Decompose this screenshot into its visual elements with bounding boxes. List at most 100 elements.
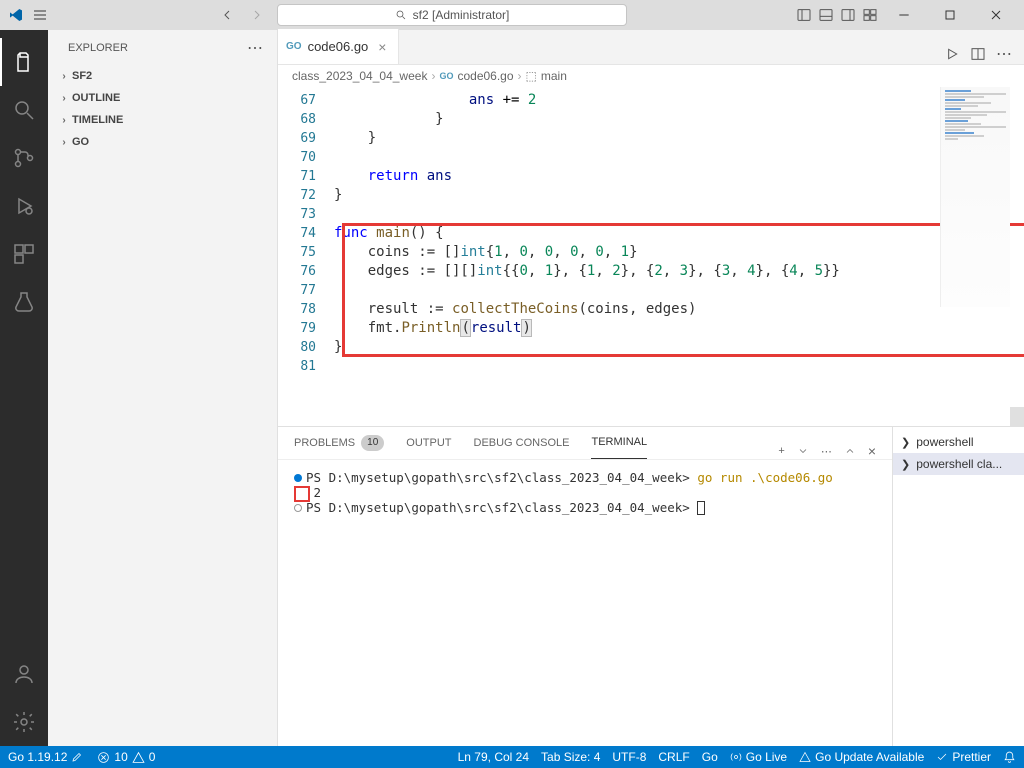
- line-number: 71: [278, 167, 334, 186]
- pencil-icon: [71, 751, 83, 763]
- activity-run-debug[interactable]: [0, 182, 48, 230]
- panel-tab-problems[interactable]: PROBLEMS 10: [294, 426, 384, 459]
- status-encoding[interactable]: UTF-8: [612, 750, 646, 764]
- panel-more-icon[interactable]: ⋯: [821, 445, 832, 458]
- go-file-icon: GO: [286, 41, 302, 52]
- layout-panel-right-icon[interactable]: [840, 7, 856, 23]
- command-center[interactable]: sf2 [Administrator]: [277, 4, 627, 26]
- new-terminal-icon[interactable]: +: [778, 445, 784, 457]
- status-go-live[interactable]: Go Live: [730, 750, 787, 764]
- code-line[interactable]: 70: [278, 148, 1024, 167]
- nav-back-icon[interactable]: [217, 5, 237, 25]
- panel-close-icon[interactable]: ×: [868, 443, 876, 459]
- title-bar: sf2 [Administrator]: [0, 0, 1024, 30]
- chevron-down-icon[interactable]: [797, 445, 809, 457]
- code-line[interactable]: 80}: [278, 338, 1024, 357]
- panel-tab-output[interactable]: OUTPUT: [406, 426, 451, 459]
- code-line[interactable]: 72}: [278, 186, 1024, 205]
- split-editor-icon[interactable]: [970, 46, 986, 62]
- vscode-logo-icon: [8, 7, 24, 23]
- line-number: 77: [278, 281, 334, 300]
- terminal-list: ❯powershell ❯powershell cla...: [892, 427, 1024, 746]
- minimap-slider[interactable]: [1010, 407, 1024, 426]
- line-number: 79: [278, 319, 334, 338]
- bell-icon: [1003, 751, 1016, 764]
- panel-tab-terminal[interactable]: TERMINAL: [591, 426, 647, 459]
- code-line[interactable]: 76 edges := [][]int{{0, 1}, {1, 2}, {2, …: [278, 262, 1024, 281]
- window-maximize[interactable]: [930, 3, 970, 27]
- search-icon: [395, 9, 407, 21]
- activity-accounts[interactable]: [0, 650, 48, 698]
- tree-section-timeline[interactable]: ›TIMELINE: [48, 109, 277, 131]
- status-go-update[interactable]: Go Update Available: [799, 750, 924, 764]
- code-editor[interactable]: 67 ans += 268 }69 }7071 return ans72}737…: [278, 87, 1024, 426]
- broadcast-icon: [730, 751, 742, 763]
- status-notifications[interactable]: [1003, 751, 1016, 764]
- code-line[interactable]: 69 }: [278, 129, 1024, 148]
- code-line[interactable]: 75 coins := []int{1, 0, 0, 0, 0, 1}: [278, 243, 1024, 262]
- editor-more-icon[interactable]: ⋯: [996, 44, 1012, 64]
- window-minimize[interactable]: [884, 3, 924, 27]
- status-bar: Go 1.19.12 10 0 Ln 79, Col 24 Tab Size: …: [0, 746, 1024, 768]
- terminal-icon: ❯: [901, 458, 910, 471]
- layout-panel-left-icon[interactable]: [796, 7, 812, 23]
- tree-folder-sf2[interactable]: ›SF2: [48, 65, 277, 87]
- activity-source-control[interactable]: [0, 134, 48, 182]
- status-eol[interactable]: CRLF: [658, 750, 689, 764]
- line-number: 81: [278, 357, 334, 376]
- symbol-icon: ⬚: [526, 69, 537, 83]
- line-number: 80: [278, 338, 334, 357]
- chevron-up-icon[interactable]: [844, 445, 856, 457]
- menu-icon[interactable]: [32, 7, 48, 23]
- code-line[interactable]: 73: [278, 205, 1024, 224]
- activity-testing[interactable]: [0, 278, 48, 326]
- line-number: 75: [278, 243, 334, 262]
- line-number: 73: [278, 205, 334, 224]
- tab-close-icon[interactable]: ×: [374, 39, 390, 55]
- editor-pane: GO code06.go × ⋯ class_2023_04_04_week› …: [278, 30, 1024, 746]
- line-number: 69: [278, 129, 334, 148]
- code-line[interactable]: 77: [278, 281, 1024, 300]
- code-line[interactable]: 81: [278, 357, 1024, 376]
- line-number: 68: [278, 110, 334, 129]
- code-line[interactable]: 74func main() {: [278, 224, 1024, 243]
- status-indentation[interactable]: Tab Size: 4: [541, 750, 600, 764]
- terminal-item[interactable]: ❯powershell: [893, 431, 1024, 453]
- status-prettier[interactable]: Prettier: [936, 750, 991, 764]
- tree-section-outline[interactable]: ›OUTLINE: [48, 87, 277, 109]
- status-problems[interactable]: 10 0: [97, 750, 155, 764]
- code-line[interactable]: 79 fmt.Println(result): [278, 319, 1024, 338]
- command-center-text: sf2 [Administrator]: [413, 8, 510, 22]
- window-close[interactable]: [976, 3, 1016, 27]
- code-line[interactable]: 78 result := collectTheCoins(coins, edge…: [278, 300, 1024, 319]
- line-number: 67: [278, 91, 334, 110]
- activity-search[interactable]: [0, 86, 48, 134]
- error-icon: [97, 751, 110, 764]
- layout-panel-bottom-icon[interactable]: [818, 7, 834, 23]
- minimap[interactable]: [940, 87, 1010, 307]
- status-cursor-pos[interactable]: Ln 79, Col 24: [458, 750, 529, 764]
- tree-section-go[interactable]: ›GO: [48, 131, 277, 153]
- line-number: 76: [278, 262, 334, 281]
- highlight-annotation: [294, 486, 310, 502]
- cursor: [697, 501, 705, 515]
- status-go-version[interactable]: Go 1.19.12: [8, 750, 83, 764]
- activity-extensions[interactable]: [0, 230, 48, 278]
- terminal-item[interactable]: ❯powershell cla...: [893, 453, 1024, 475]
- panel-tab-debug[interactable]: DEBUG CONSOLE: [474, 426, 570, 459]
- code-line[interactable]: 67 ans += 2: [278, 91, 1024, 110]
- run-icon[interactable]: [944, 46, 960, 62]
- layout-customize-icon[interactable]: [862, 7, 878, 23]
- status-language[interactable]: Go: [702, 750, 718, 764]
- activity-settings[interactable]: [0, 698, 48, 746]
- line-number: 70: [278, 148, 334, 167]
- code-line[interactable]: 68 }: [278, 110, 1024, 129]
- line-number: 78: [278, 300, 334, 319]
- breadcrumb[interactable]: class_2023_04_04_week› GO code06.go› ⬚ m…: [278, 65, 1024, 87]
- explorer-more-icon[interactable]: ⋯: [247, 38, 263, 58]
- tab-code06[interactable]: GO code06.go ×: [278, 29, 399, 64]
- code-line[interactable]: 71 return ans: [278, 167, 1024, 186]
- bullet-icon: [294, 504, 302, 512]
- terminal[interactable]: PS D:\mysetup\gopath\src\sf2\class_2023_…: [278, 460, 892, 746]
- activity-explorer[interactable]: [0, 38, 48, 86]
